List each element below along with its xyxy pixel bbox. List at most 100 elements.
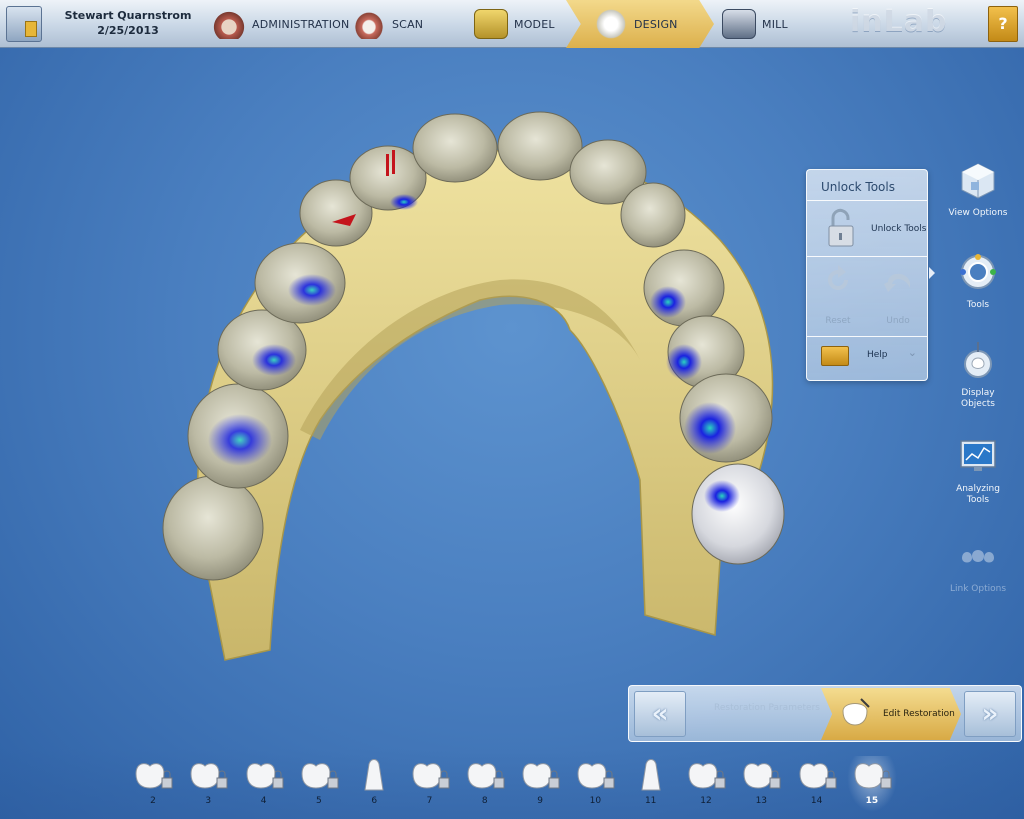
tooth-icon	[411, 763, 449, 789]
tooth-number-label: 4	[260, 796, 267, 806]
tooth-icon	[522, 763, 560, 789]
analyzing-tools-label: Analyzing Tools	[956, 484, 1000, 505]
tooth-icon	[364, 759, 384, 791]
link-teeth-icon	[962, 550, 994, 563]
unlock-tools-panel: Unlock Tools Unlock Tools Reset Undo Hel…	[806, 169, 928, 381]
model-icon	[474, 9, 508, 39]
chevron-down-icon[interactable]: ⌄	[908, 346, 917, 359]
step-scan[interactable]: SCAN	[352, 0, 457, 48]
step-design-label: DESIGN	[634, 17, 678, 31]
panel-divider	[807, 336, 927, 337]
link-options-label: Link Options	[949, 584, 1007, 594]
tooth-number-label: 15	[865, 796, 879, 806]
tooth-number-label: 9	[537, 796, 543, 806]
mill-icon	[722, 9, 756, 39]
step-design[interactable]: DESIGN	[566, 0, 714, 48]
lock-icon	[438, 777, 449, 789]
workflow-step-strip: « Restoration Parameters Edit Restoratio…	[628, 685, 1022, 742]
step-administration-label: ADMINISTRATION	[252, 17, 350, 31]
step-model[interactable]: MODEL	[474, 0, 564, 48]
edit-restoration-label: Edit Restoration	[883, 709, 955, 719]
unlock-tools-button[interactable]: Unlock Tools	[807, 202, 927, 254]
design-icon	[594, 9, 628, 39]
tooth-number-label: 3	[205, 796, 212, 806]
tooth-slot-5[interactable]: 5	[294, 756, 344, 812]
tooth-icon	[246, 763, 284, 789]
tooth-slot-6[interactable]: 6	[349, 756, 399, 812]
help-book-icon	[821, 346, 849, 366]
scan-icon	[352, 9, 386, 39]
view-options-label: View Options	[948, 208, 1008, 218]
tooth-crown-8	[412, 113, 498, 183]
tooth-crown-15	[691, 463, 785, 565]
display-objects-icon	[964, 342, 992, 378]
tooth-number-label: 2	[150, 796, 156, 806]
tooth-slot-15[interactable]: 15	[846, 756, 897, 812]
tooth-slot-3[interactable]: 3	[183, 756, 233, 812]
tooth-crown-2	[162, 475, 264, 581]
patient-name: Stewart Quarnstrom	[64, 9, 192, 22]
previous-step-button[interactable]: «	[634, 691, 686, 737]
tooth-icon	[854, 763, 892, 789]
help-book-icon[interactable]: ?	[988, 6, 1018, 42]
lock-icon	[161, 777, 173, 789]
tools-ring-icon	[960, 254, 996, 289]
lock-icon	[769, 777, 781, 789]
tooth-slot-12[interactable]: 12	[681, 756, 731, 812]
tooth-crown-12	[643, 249, 725, 327]
tools-button[interactable]: Tools	[946, 252, 1010, 311]
tooth-slot-8[interactable]: 8	[460, 756, 510, 812]
tooth-icon	[743, 763, 781, 789]
lock-icon	[603, 777, 615, 789]
tooth-slot-2[interactable]: 2	[128, 756, 178, 812]
help-label: Help	[867, 350, 888, 360]
tooth-edit-icon	[842, 698, 870, 726]
display-objects-label: Display Objects	[960, 388, 995, 409]
panel-divider	[807, 256, 927, 257]
tooth-crown-11	[620, 182, 686, 248]
tooth-slot-7[interactable]: 7	[405, 756, 455, 812]
restoration-parameters-label: Restoration Parameters	[714, 703, 820, 713]
step-administration[interactable]: ADMINISTRATION	[212, 0, 349, 48]
3d-model-viewport[interactable]	[0, 48, 1024, 748]
step-scan-label: SCAN	[392, 17, 424, 31]
undo-label: Undo	[886, 316, 910, 326]
lock-icon	[880, 777, 892, 789]
top-navigation-bar: Stewart Quarnstrom 2/25/2013 ADMINISTRAT…	[0, 0, 1024, 48]
tooth-slot-11[interactable]: 11	[626, 756, 676, 812]
panel-divider	[807, 200, 927, 201]
view-options-button[interactable]: View Options	[946, 160, 1010, 219]
analyzing-tools-button[interactable]: Analyzing Tools	[946, 436, 1010, 506]
tooth-slot-13[interactable]: 13	[736, 756, 786, 812]
lock-icon	[216, 777, 228, 789]
open-lock-icon	[828, 208, 854, 247]
tooth-icon	[190, 763, 228, 789]
tooth-slot-9[interactable]: 9	[515, 756, 565, 812]
panel-title: Unlock Tools	[821, 180, 895, 194]
tooth-number-label: 7	[426, 796, 433, 806]
tooth-icon	[799, 763, 837, 789]
tooth-number-label: 6	[371, 796, 378, 806]
link-options-button[interactable]: Link Options	[946, 536, 1010, 595]
undo-icon	[884, 273, 910, 292]
tooth-slot-14[interactable]: 14	[792, 756, 842, 812]
next-step-button[interactable]: »	[964, 691, 1016, 737]
monitor-chart-icon	[960, 440, 996, 471]
tooth-icon	[301, 763, 339, 789]
tooth-slot-10[interactable]: 10	[570, 756, 620, 812]
tooth-number-label: 10	[589, 796, 602, 806]
step-mill[interactable]: MILL	[722, 0, 822, 48]
tooth-icon	[577, 763, 615, 789]
edit-restoration-step[interactable]: Edit Restoration	[821, 688, 961, 740]
display-objects-button[interactable]: Display Objects	[946, 340, 1010, 410]
tooth-slot-4[interactable]: 4	[239, 756, 289, 812]
tooth-number-label: 12	[700, 796, 712, 806]
lock-icon	[327, 777, 339, 789]
tooth-number-label: 5	[316, 796, 322, 806]
app-logo-icon[interactable]	[6, 6, 42, 42]
reset-button[interactable]: Reset	[813, 262, 863, 326]
undo-button[interactable]: Undo	[873, 262, 923, 326]
patient-date: 2/25/2013	[97, 24, 159, 37]
help-button[interactable]: Help ⌄	[807, 338, 927, 378]
restoration-parameters-step[interactable]: Restoration Parameters	[691, 691, 821, 737]
